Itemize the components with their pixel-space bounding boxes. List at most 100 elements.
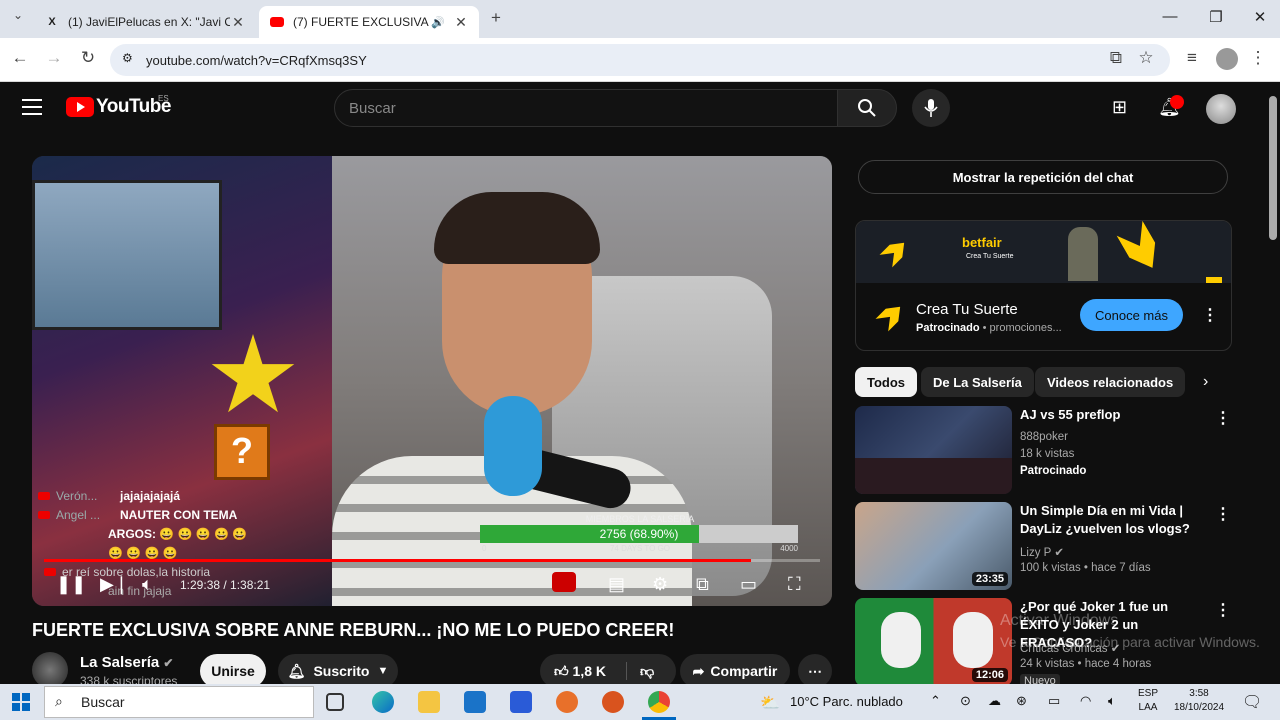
audio-playing-icon[interactable]: 🔊 <box>431 16 445 29</box>
thumbs-up-icon: 👍︎ <box>554 662 569 679</box>
browser-menu-icon[interactable]: ⋮ <box>1246 48 1270 68</box>
channel-name[interactable]: La Salsería ✔ <box>80 654 173 671</box>
search-placeholder: Buscar <box>349 99 396 117</box>
youtube-play-logo-icon <box>66 97 94 117</box>
tray-chevron-up-icon[interactable]: ⌃ <box>930 693 941 709</box>
verified-check-icon: ✔ <box>1054 547 1064 559</box>
like-button[interactable]: 👍︎ 1,8 K <box>554 663 606 680</box>
recommendation-thumbnail[interactable] <box>855 406 1012 494</box>
minimize-icon[interactable]: — <box>1150 8 1190 25</box>
address-bar-row: ← → ↻ ⚙ youtube.com/watch?v=CRqfXmsq3SY … <box>0 38 1280 82</box>
search-button[interactable] <box>837 89 897 127</box>
recommendation-title: AJ vs 55 preflop <box>1020 407 1121 422</box>
close-window-icon[interactable]: ✕ <box>1240 8 1280 26</box>
autoplay-toggle[interactable] <box>552 572 576 592</box>
close-tab-icon[interactable]: ✕ <box>230 14 246 31</box>
windows-start-icon[interactable] <box>12 693 30 711</box>
chrome-icon[interactable] <box>648 691 670 713</box>
chip-videos-relacionados[interactable]: Videos relacionados <box>1035 367 1186 397</box>
forward-arrow-icon[interactable]: → <box>42 48 66 68</box>
browser-tab-x[interactable]: X (1) JaviElPelucas en X: "Javi Oliv ✕ <box>34 6 256 38</box>
url-omnibox[interactable]: ⚙ youtube.com/watch?v=CRqfXmsq3SY <box>110 44 1170 76</box>
recommendation-item[interactable]: 23:35 Un Simple Día en mi Vida | DayLiz … <box>855 502 1235 592</box>
clock[interactable]: 3:58 18/10/2024 <box>1166 688 1232 713</box>
thumb-poker-table <box>855 458 1012 494</box>
recommendation-item[interactable]: AJ vs 55 preflop 888poker 18 k vistas Pa… <box>855 406 1235 496</box>
hamburger-menu-icon[interactable] <box>22 99 42 115</box>
ad-cta-button[interactable]: Conoce más <box>1080 299 1183 331</box>
join-button[interactable]: Unirse <box>200 654 266 688</box>
subscribed-button[interactable]: 🔔︎ Suscrito ▼ <box>278 654 398 688</box>
close-tab-icon[interactable]: ✕ <box>453 14 469 31</box>
theater-mode-icon[interactable]: ▭ <box>740 574 757 595</box>
chip-todos[interactable]: Todos <box>855 367 918 397</box>
channel-avatar[interactable] <box>32 652 68 688</box>
ad-menu-icon[interactable]: ⋮ <box>1202 305 1218 325</box>
miniplayer-icon[interactable]: ⧉ <box>696 574 709 595</box>
search-input[interactable]: Buscar <box>334 89 838 127</box>
members-goal-title: MIEMBROS LA SALSERÍA <box>585 514 695 524</box>
browser-tab-youtube[interactable]: (7) FUERTE EXCLUSIVA SOBR 🔊 ✕ <box>259 6 479 38</box>
back-arrow-icon[interactable]: ← <box>8 48 32 68</box>
weather-icon[interactable]: ⛅ <box>760 693 780 713</box>
create-video-icon[interactable]: ⊞ <box>1112 97 1127 118</box>
mail-icon[interactable] <box>464 691 486 713</box>
chips-next-chevron-icon[interactable]: › <box>1203 373 1208 391</box>
edge-browser-icon[interactable] <box>372 691 394 713</box>
weather-text[interactable]: 10°C Parc. nublado <box>790 694 903 709</box>
chip-de-la-salseria[interactable]: De La Salsería <box>921 367 1034 397</box>
youtube-logo[interactable]: YouTube ES <box>66 94 171 118</box>
tab-search-chevron-icon[interactable]: ⌄ <box>6 8 30 22</box>
overlay-chat-line: ARGOS: 😀 😀 😀 😀 😀 <box>32 524 292 543</box>
chat-message: ARGOS: 😀 😀 😀 😀 😀 <box>108 526 248 541</box>
fullscreen-icon[interactable]: ⛶ <box>788 574 801 595</box>
new-tab-button[interactable]: + <box>484 8 508 28</box>
pause-icon[interactable]: ❚❚ <box>56 574 86 595</box>
video-progress-bar[interactable] <box>44 559 820 562</box>
maximize-icon[interactable]: ❐ <box>1196 8 1236 26</box>
player-controls: ❚❚ ▶❘ 🔈︎ 1:29:38 / 1:38:21 ▤ ⚙ ⧉ ▭ ⛶ <box>32 566 832 606</box>
battery-icon[interactable]: ▭ <box>1048 693 1060 709</box>
microsoft-store-icon[interactable] <box>510 691 532 713</box>
tray-app-icon[interactable]: ⊙ <box>960 693 971 709</box>
account-avatar[interactable] <box>1206 94 1236 124</box>
recommendation-menu-icon[interactable]: ⋮ <box>1215 408 1231 428</box>
recommendation-thumbnail[interactable]: 12:06 <box>855 598 1012 684</box>
settings-gear-icon[interactable]: ⚙ <box>652 574 668 595</box>
onedrive-icon[interactable]: ☁ <box>988 693 1001 709</box>
youtube-icon <box>38 510 50 519</box>
task-view-icon[interactable] <box>326 693 344 711</box>
profile-avatar-icon[interactable] <box>1216 48 1238 70</box>
volume-icon[interactable]: 🔈︎ <box>142 574 153 595</box>
thumbs-down-icon[interactable]: 👎︎ <box>640 663 654 680</box>
x-logo-icon: X <box>48 16 56 28</box>
file-explorer-icon[interactable] <box>418 691 440 713</box>
recommendation-thumbnail[interactable]: 23:35 <box>855 502 1012 590</box>
app-icon[interactable] <box>602 691 624 713</box>
voice-search-button[interactable] <box>912 89 950 127</box>
subtitles-icon[interactable]: ▤ <box>608 574 625 595</box>
ad-card[interactable]: betfair Crea Tu Suerte Crea Tu Suerte Pa… <box>855 220 1232 351</box>
show-chat-replay-button[interactable]: Mostrar la repetición del chat <box>858 160 1228 194</box>
video-microphone <box>484 396 542 496</box>
recommendation-menu-icon[interactable]: ⋮ <box>1215 600 1231 620</box>
open-in-app-icon[interactable]: ⧉ <box>1104 48 1128 68</box>
tray-app-icon[interactable]: ⊛ <box>1016 693 1027 709</box>
ad-title: Crea Tu Suerte <box>916 301 1018 318</box>
video-player[interactable]: ? Verón... jajajajajajá Angel ... NAUTER C… <box>32 156 832 606</box>
site-info-icon[interactable]: ⚙ <box>122 51 133 65</box>
speaker-icon[interactable]: 🔈︎ <box>1108 693 1116 709</box>
notification-center-icon[interactable]: 🗨 <box>1242 692 1262 712</box>
language-indicator[interactable]: ESP LAA <box>1134 688 1162 713</box>
share-button[interactable]: ➦ Compartir <box>680 654 790 688</box>
recommendation-menu-icon[interactable]: ⋮ <box>1215 504 1231 524</box>
media-control-icon[interactable]: ≡ <box>1180 48 1204 68</box>
microphone-app-icon[interactable] <box>556 691 578 713</box>
reload-icon[interactable]: ↻ <box>76 48 100 68</box>
next-video-icon[interactable]: ▶❘ <box>100 574 129 595</box>
taskbar-search-input[interactable]: ⌕ Buscar <box>44 686 314 718</box>
page-scrollbar-thumb[interactable] <box>1269 96 1277 240</box>
wifi-icon[interactable]: ◠ <box>1080 693 1091 709</box>
more-actions-icon[interactable]: ⋯ <box>798 654 832 688</box>
bookmark-star-icon[interactable]: ☆ <box>1134 48 1158 68</box>
